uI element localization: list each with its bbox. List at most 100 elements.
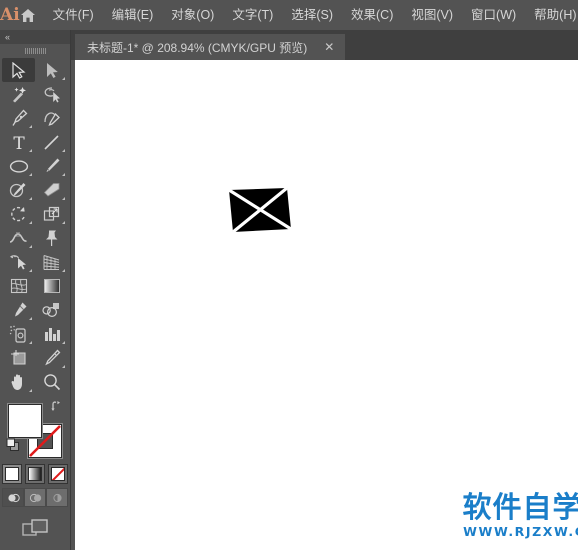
tool-flyout-indicator [29,173,32,176]
tool-flyout-indicator [62,365,65,368]
lasso-tool[interactable] [35,82,68,106]
svg-text:T: T [13,134,25,151]
gradient-mode-button[interactable] [25,464,45,484]
tool-flyout-indicator [29,269,32,272]
draw-behind-button[interactable] [24,488,46,507]
document-tab[interactable]: 未标题-1* @ 208.94% (CMYK/GPU 预览) ✕ [75,34,346,60]
none-swatch-icon [51,467,65,481]
paintbrush-tool[interactable] [35,154,68,178]
tool-flyout-indicator [62,341,65,344]
tools-panel: « T [0,30,71,550]
tools-panel-header[interactable]: « [0,30,70,44]
tool-flyout-indicator [29,125,32,128]
gradient-tool[interactable] [35,274,68,298]
hand-tool[interactable] [2,370,35,394]
draw-behind-icon [29,492,42,504]
scale-tool[interactable] [35,202,68,226]
collapse-panel-icon[interactable]: « [5,33,10,42]
menu-item-select[interactable]: 选择(S) [282,0,342,30]
direct-selection-tool[interactable] [35,58,68,82]
document-tab-bar: 未标题-1* @ 208.94% (CMYK/GPU 预览) ✕ [0,30,578,60]
envelope-shape[interactable] [227,188,291,232]
default-fill-stroke-icon[interactable] [6,438,20,452]
menu-item-type[interactable]: 文字(T) [223,0,282,30]
artboard-canvas[interactable]: 软件自学网 WWW.RJZXW.COM [75,60,578,550]
mesh-tool[interactable] [2,274,35,298]
curvature-tool[interactable] [35,106,68,130]
home-button[interactable] [20,0,36,30]
magic-wand-tool[interactable] [2,82,35,106]
white-arrow-cursor-icon [45,62,59,79]
rotate-icon [10,205,28,223]
puppet-warp-tool[interactable] [35,226,68,250]
bar-chart-icon [43,326,61,342]
swap-fill-stroke-icon[interactable] [51,400,64,413]
tool-flyout-indicator [29,317,32,320]
tool-flyout-indicator [29,197,32,200]
close-icon[interactable]: ✕ [324,41,334,53]
width-tool[interactable] [2,226,35,250]
column-graph-tool[interactable] [35,322,68,346]
tool-flyout-indicator [29,221,32,224]
gradient-swatch-icon [28,467,42,481]
draw-inside-icon [51,492,64,504]
tool-flyout-indicator [62,197,65,200]
tool-flyout-indicator [62,173,65,176]
lasso-icon [43,86,61,103]
arrow-cursor-icon [11,61,26,79]
menu-item-edit[interactable]: 编辑(E) [103,0,163,30]
fill-swatch[interactable] [8,404,42,438]
selection-tool[interactable] [2,58,35,82]
menu-item-view[interactable]: 视图(V) [402,0,462,30]
perspective-grid-tool[interactable] [35,250,68,274]
change-screen-mode-button[interactable] [0,517,70,539]
menu-item-file[interactable]: 文件(F) [44,0,103,30]
paintbrush-icon [43,157,61,175]
fill-stroke-control [0,398,70,460]
menu-bar: Ai 文件(F) 编辑(E) 对象(O) 文字(T) 选择(S) 效果(C) 视… [0,0,578,30]
slice-knife-icon [43,349,61,367]
document-tab-title: 未标题-1* @ 208.94% (CMYK/GPU 预览) [87,40,308,55]
curvature-pen-icon [43,109,61,127]
home-icon [20,8,36,23]
pen-tool[interactable] [2,106,35,130]
tool-flyout-indicator [29,149,32,152]
menu-item-help[interactable]: 帮助(H) [525,0,578,30]
type-tool[interactable]: T [2,130,35,154]
eyedropper-tool[interactable] [2,298,35,322]
draw-inside-button[interactable] [46,488,68,507]
none-mode-button[interactable] [48,464,68,484]
app-logo: Ai [0,5,20,25]
type-t-icon: T [11,134,27,151]
perspective-grid-icon [42,254,61,271]
color-mode-button[interactable] [2,464,22,484]
tool-flyout-indicator [29,389,32,392]
tool-flyout-indicator [29,341,32,344]
line-segment-tool[interactable] [35,130,68,154]
draw-normal-button[interactable] [2,488,24,507]
rotate-tool[interactable] [2,202,35,226]
eraser-icon [42,182,61,198]
pencil-shaper-icon [9,181,28,199]
ellipse-tool[interactable] [2,154,35,178]
artboard-icon [10,349,28,367]
pen-nib-icon [10,109,28,127]
blend-tool[interactable] [35,298,68,322]
menu-item-list: 文件(F) 编辑(E) 对象(O) 文字(T) 选择(S) 效果(C) 视图(V… [44,0,578,30]
draw-mode-row [0,488,70,507]
menu-item-effect[interactable]: 效果(C) [342,0,402,30]
artboard-tool[interactable] [2,346,35,370]
slice-tool[interactable] [35,346,68,370]
menu-item-object[interactable]: 对象(O) [162,0,223,30]
menu-item-window[interactable]: 窗口(W) [462,0,525,30]
eraser-tool[interactable] [35,178,68,202]
drag-grip-icon[interactable] [0,44,70,58]
shaper-pencil-tool[interactable] [2,178,35,202]
free-transform-tool[interactable] [2,250,35,274]
zoom-tool[interactable] [35,370,68,394]
blend-icon [42,302,61,318]
symbol-sprayer-tool[interactable] [2,322,35,346]
mesh-icon [10,278,28,294]
solid-color-icon [5,467,19,481]
magnifier-icon [43,373,61,391]
